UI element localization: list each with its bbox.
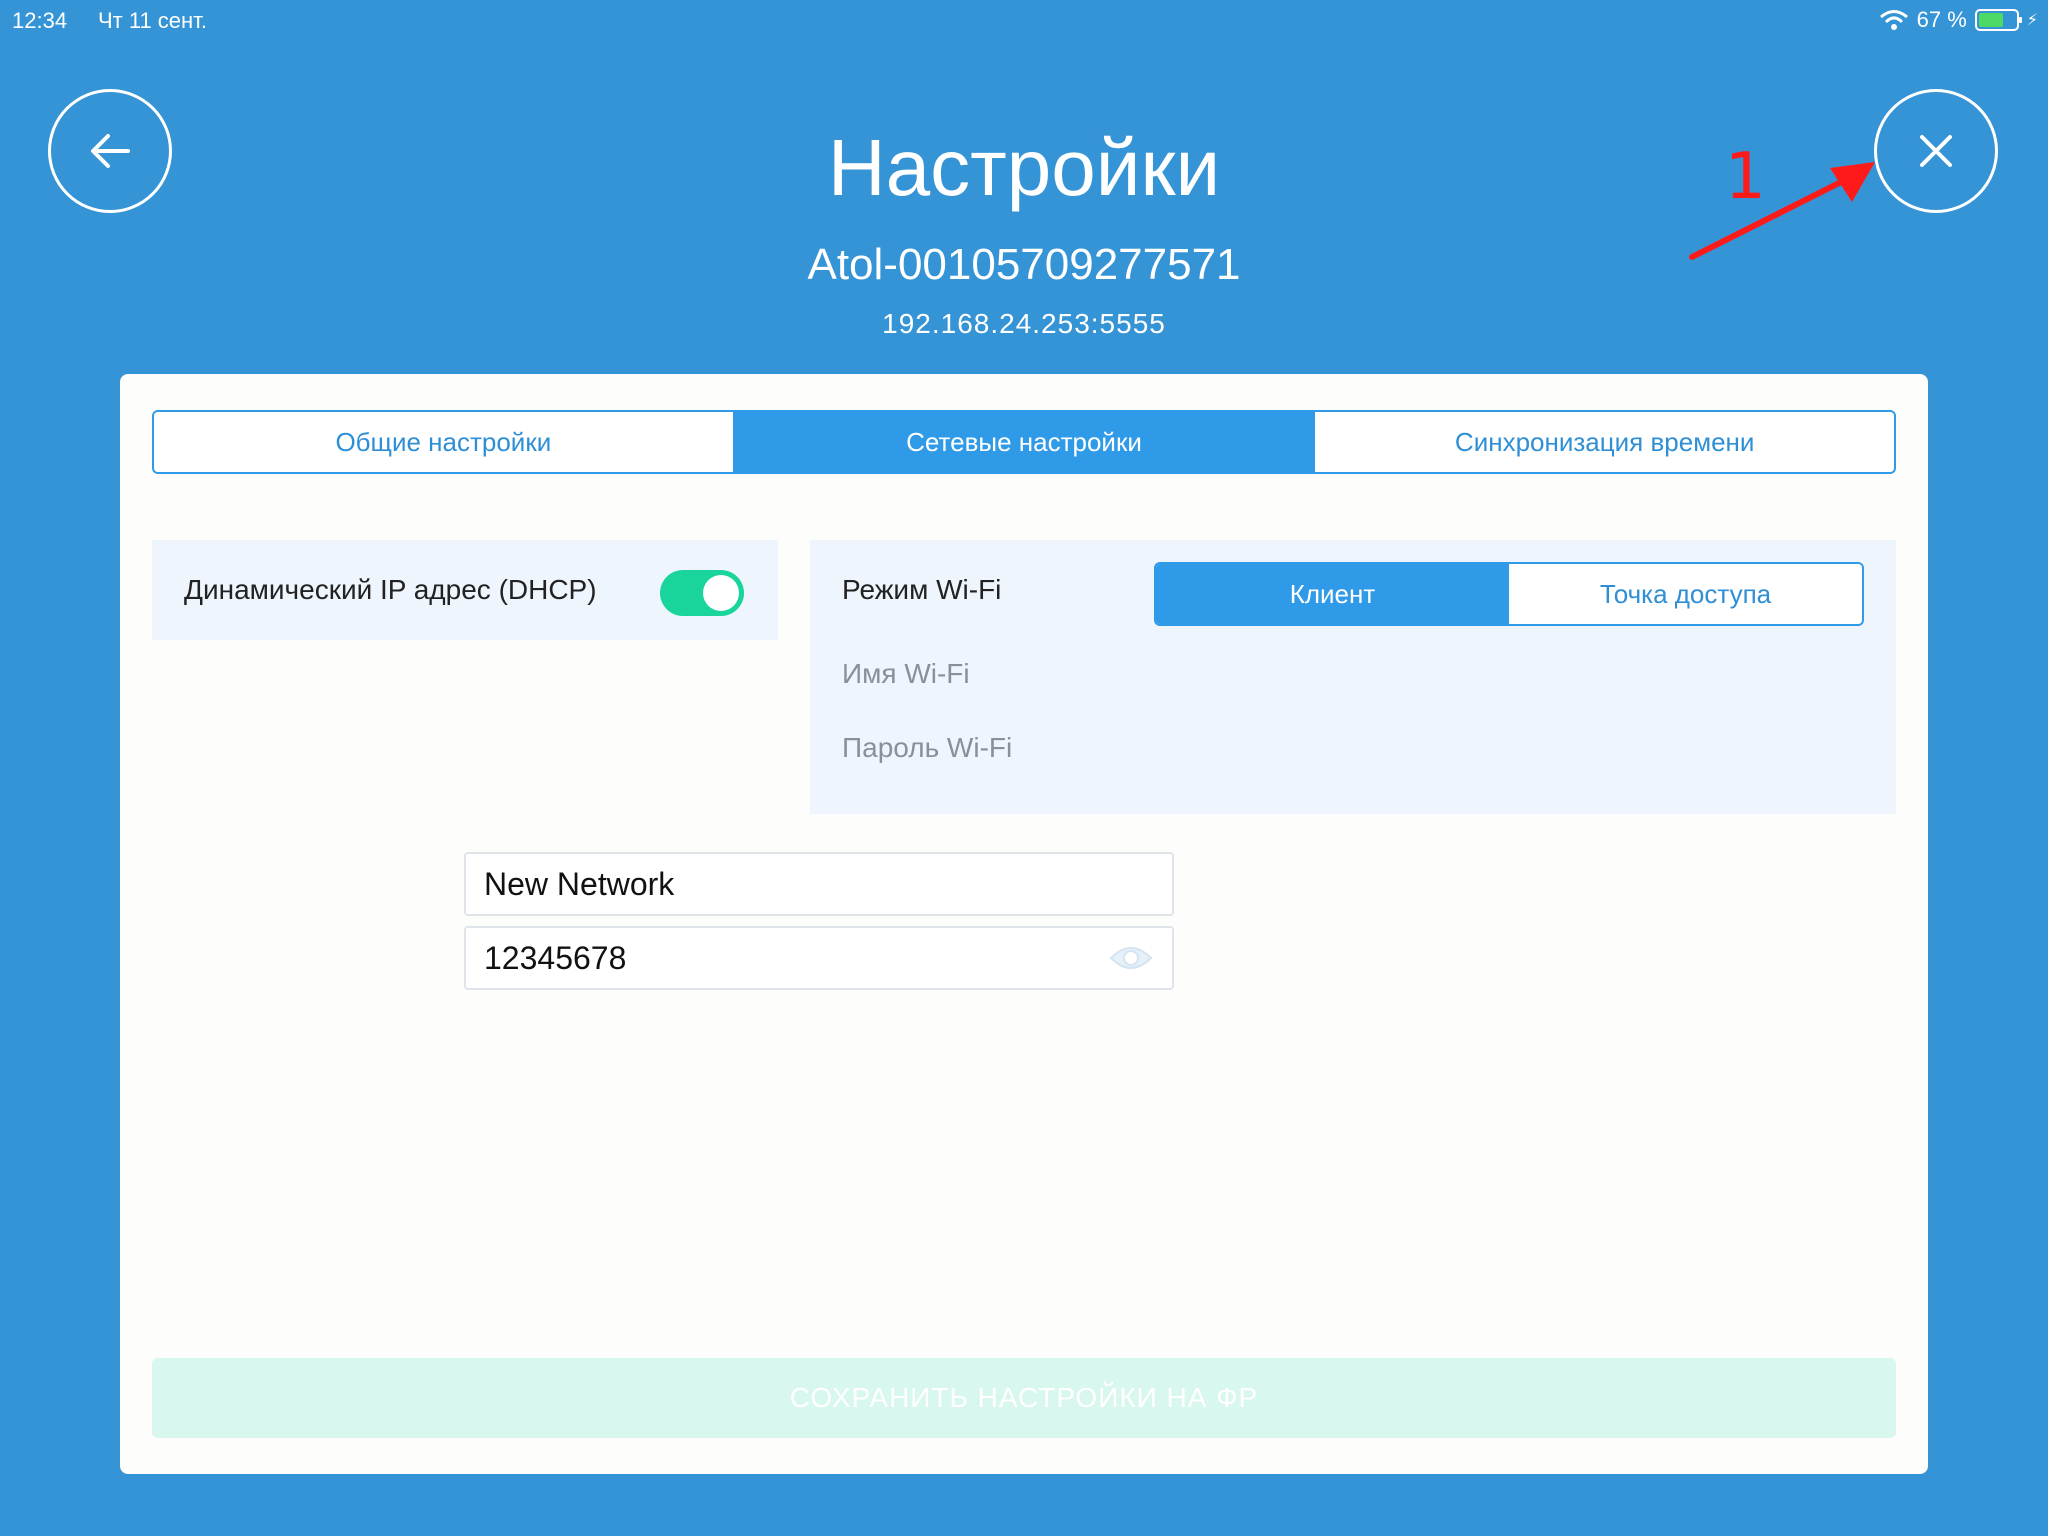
dhcp-panel: Динамический IP адрес (DHCP) [152,540,778,640]
device-address: 192.168.24.253:5555 [882,308,1166,339]
save-settings-button[interactable]: СОХРАНИТЬ НАСТРОЙКИ НА ФР [152,1358,1896,1438]
dhcp-label: Динамический IP адрес (DHCP) [184,574,597,605]
wifi-mode-label: Режим Wi-Fi [842,574,1002,605]
wifi-icon [1879,10,1908,30]
wifi-password-value: 12345678 [484,939,627,976]
status-bar: 12:34 Чт 11 сент. 67 % ⚡ [0,0,2048,40]
settings-tabs: Общие настройки Сетевые настройки Синхро… [152,410,1896,474]
wifi-mode-access-point[interactable]: Точка доступа [1509,564,1862,624]
wifi-password-field[interactable]: 12345678 [464,926,1174,990]
close-button[interactable] [1874,89,1998,213]
wifi-name-label: Имя Wi-Fi [842,658,970,689]
tab-general[interactable]: Общие настройки [154,412,733,472]
annotation-arrow-icon [1689,162,1875,260]
dhcp-toggle[interactable] [660,570,744,616]
wifi-mode-client[interactable]: Клиент [1156,564,1509,624]
tab-time-sync[interactable]: Синхронизация времени [1313,412,1894,472]
status-right: 67 % ⚡ [1879,7,2038,33]
charging-icon: ⚡ [2026,12,2038,29]
close-icon [1920,135,1952,167]
settings-card: Общие настройки Сетевые настройки Синхро… [120,374,1928,1474]
status-time: 12:34 [12,8,68,33]
tab-network[interactable]: Сетевые настройки [732,412,1314,472]
wifi-password-label: Пароль Wi-Fi [842,732,1013,763]
battery-icon [1974,9,2022,31]
eye-icon[interactable] [1108,942,1154,974]
status-date: Чт 11 сент. [98,8,207,33]
wifi-panel: Режим Wi-Fi Клиент Точка доступа Имя Wi-… [810,540,1896,814]
wifi-name-value: New Network [484,865,675,902]
wifi-mode-selector: Клиент Точка доступа [1154,562,1864,626]
toggle-knob [703,575,739,611]
battery-percent: 67 % [1916,7,1967,32]
wifi-name-field[interactable]: New Network [464,852,1174,916]
